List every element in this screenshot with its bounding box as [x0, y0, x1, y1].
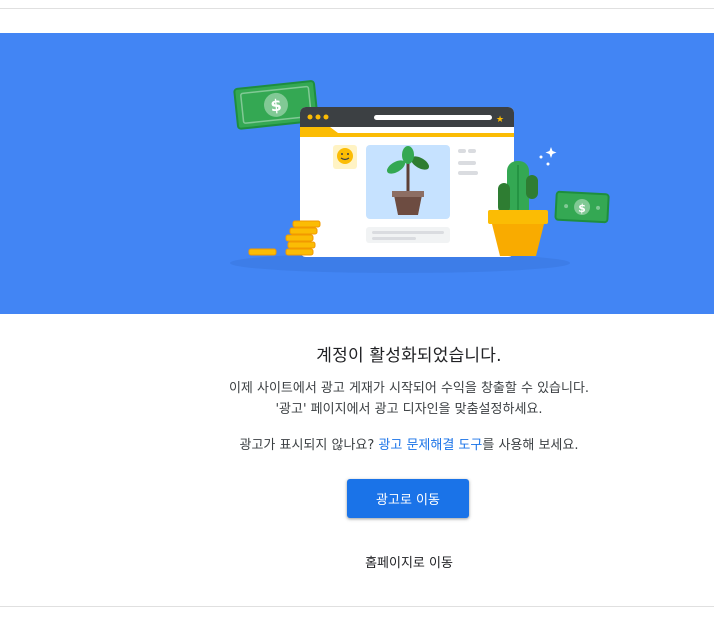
sparkle-icon — [539, 147, 557, 166]
help-suffix: 를 사용해 보세요. — [482, 438, 579, 453]
top-divider — [0, 8, 714, 9]
troubleshooter-link[interactable]: 광고 문제해결 도구 — [378, 438, 482, 453]
description: 이제 사이트에서 광고 게재가 시작되어 수익을 창출할 수 있습니다. '광고… — [0, 378, 714, 420]
svg-text:$: $ — [578, 202, 586, 215]
page-title: 계정이 활성화되었습니다. — [316, 346, 502, 366]
description-line-2: '광고' 페이지에서 광고 디자인을 맞춤설정하세요. — [275, 402, 543, 417]
browser-window-icon: ★ — [300, 107, 514, 257]
help-text: 광고가 표시되지 않나요? 광고 문제해결 도구를 사용해 보세요. — [0, 434, 714, 453]
svg-text:★: ★ — [496, 115, 504, 125]
coins-icon — [248, 220, 321, 256]
help-prefix: 광고가 표시되지 않나요? — [239, 438, 379, 453]
activation-card: $ ★ $ 계정이 활성화되었습니다. 이제 사이트에서 광고 게재가 시작되어… — [0, 0, 714, 607]
adsense-illustration: $ ★ $ — [230, 80, 610, 273]
description-line-1: 이제 사이트에서 광고 게재가 시작되어 수익을 창출할 수 있습니다. — [228, 381, 590, 396]
money-bill-right-icon: $ — [554, 190, 610, 224]
go-to-home-button[interactable]: 홈페이지로 이동 — [340, 549, 478, 573]
hero-banner: $ ★ $ — [0, 33, 714, 314]
svg-text:$: $ — [270, 95, 283, 115]
go-to-ads-button[interactable]: 광고로 이동 — [347, 479, 469, 518]
